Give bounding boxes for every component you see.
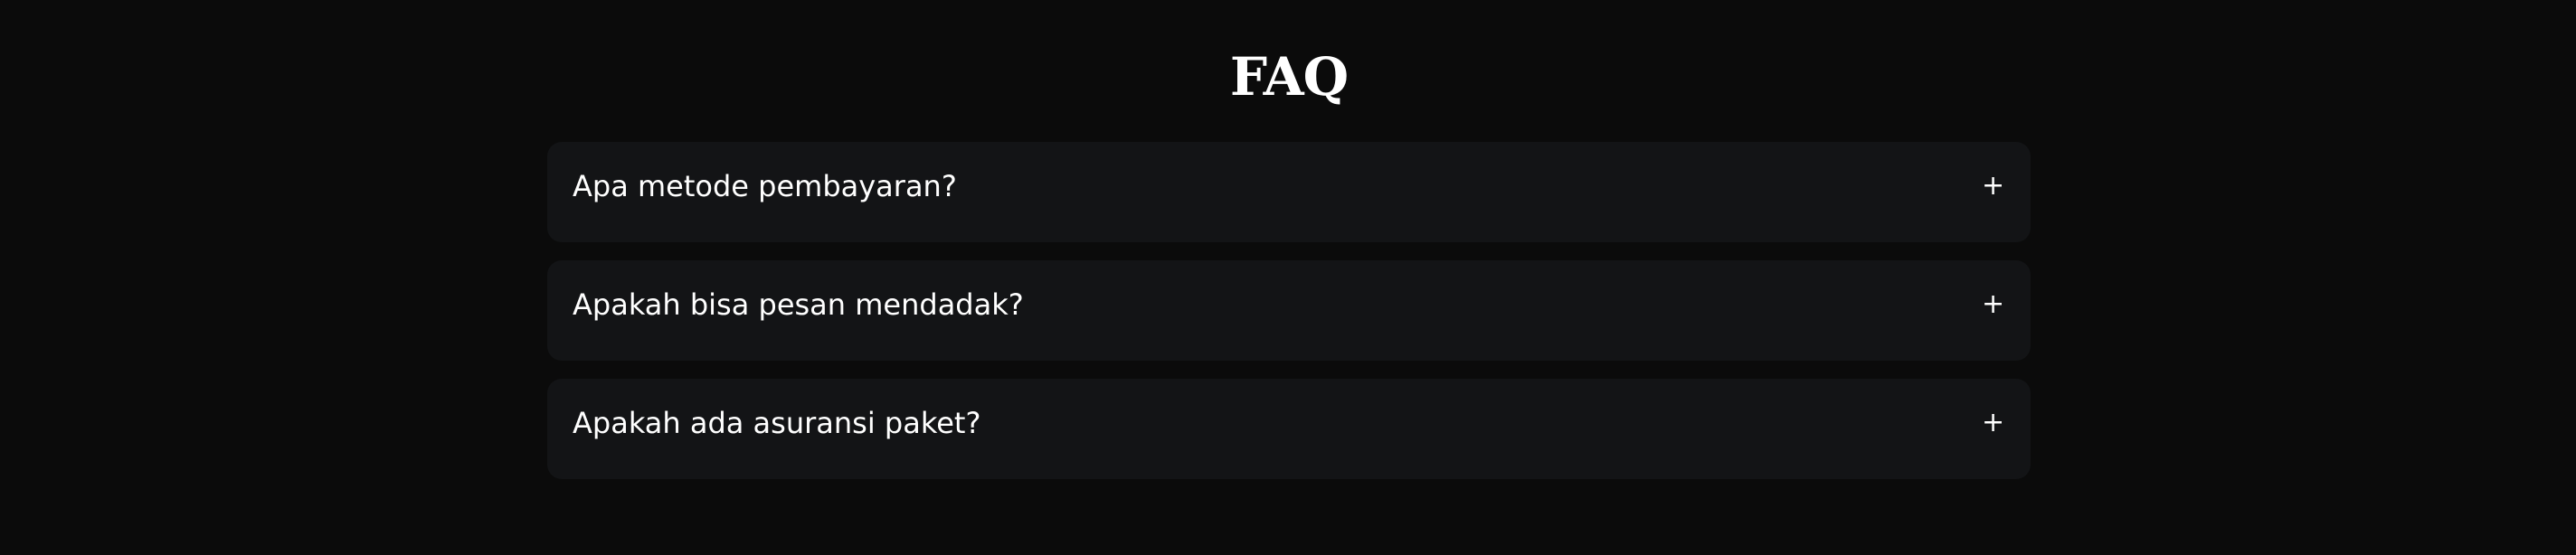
faq-item-package-insurance[interactable]: Apakah ada asuransi paket? +: [547, 379, 2031, 479]
faq-question: Apakah bisa pesan mendadak?: [573, 287, 1024, 322]
plus-icon[interactable]: +: [1982, 285, 2004, 325]
faq-question: Apakah ada asuransi paket?: [573, 406, 981, 440]
faq-title: FAQ: [1229, 46, 1349, 108]
faq-item-payment-methods[interactable]: Apa metode pembayaran? +: [547, 142, 2031, 242]
faq-list: Apa metode pembayaran? + Apakah bisa pes…: [547, 142, 2031, 497]
plus-icon[interactable]: +: [1982, 403, 2004, 443]
faq-item-last-minute-booking[interactable]: Apakah bisa pesan mendadak? +: [547, 260, 2031, 361]
faq-question: Apa metode pembayaran?: [573, 169, 957, 203]
plus-icon[interactable]: +: [1982, 166, 2004, 206]
